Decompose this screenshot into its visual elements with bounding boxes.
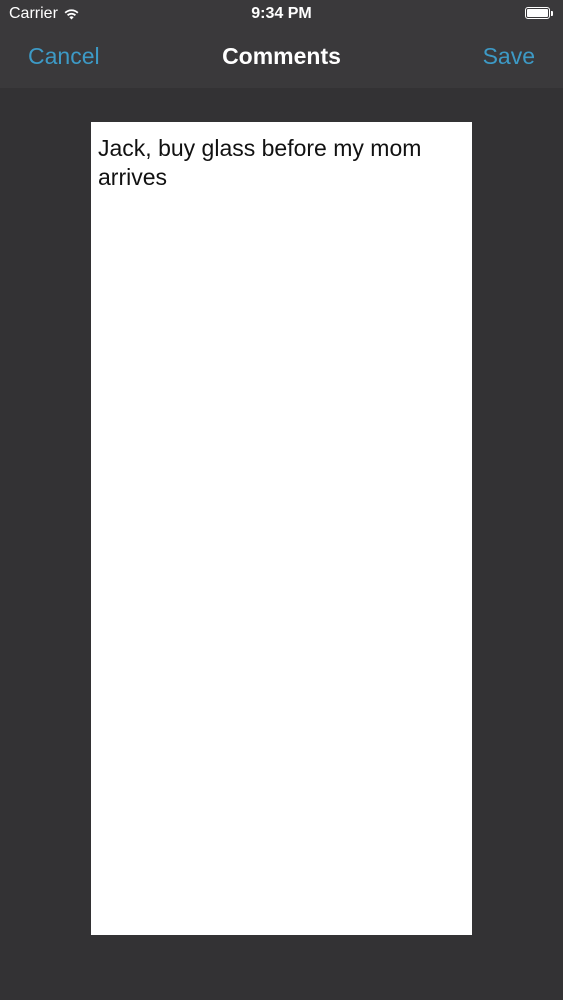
navigation-bar: Cancel Comments Save: [0, 28, 563, 88]
page-title: Comments: [222, 43, 341, 69]
status-time: 9:34 PM: [251, 5, 312, 22]
save-button[interactable]: Save: [483, 43, 535, 70]
comment-text-area[interactable]: Jack, buy glass before my mom arrives: [91, 122, 472, 935]
status-bar: Carrier 9:34 PM: [0, 0, 563, 28]
battery-icon: [525, 7, 554, 20]
